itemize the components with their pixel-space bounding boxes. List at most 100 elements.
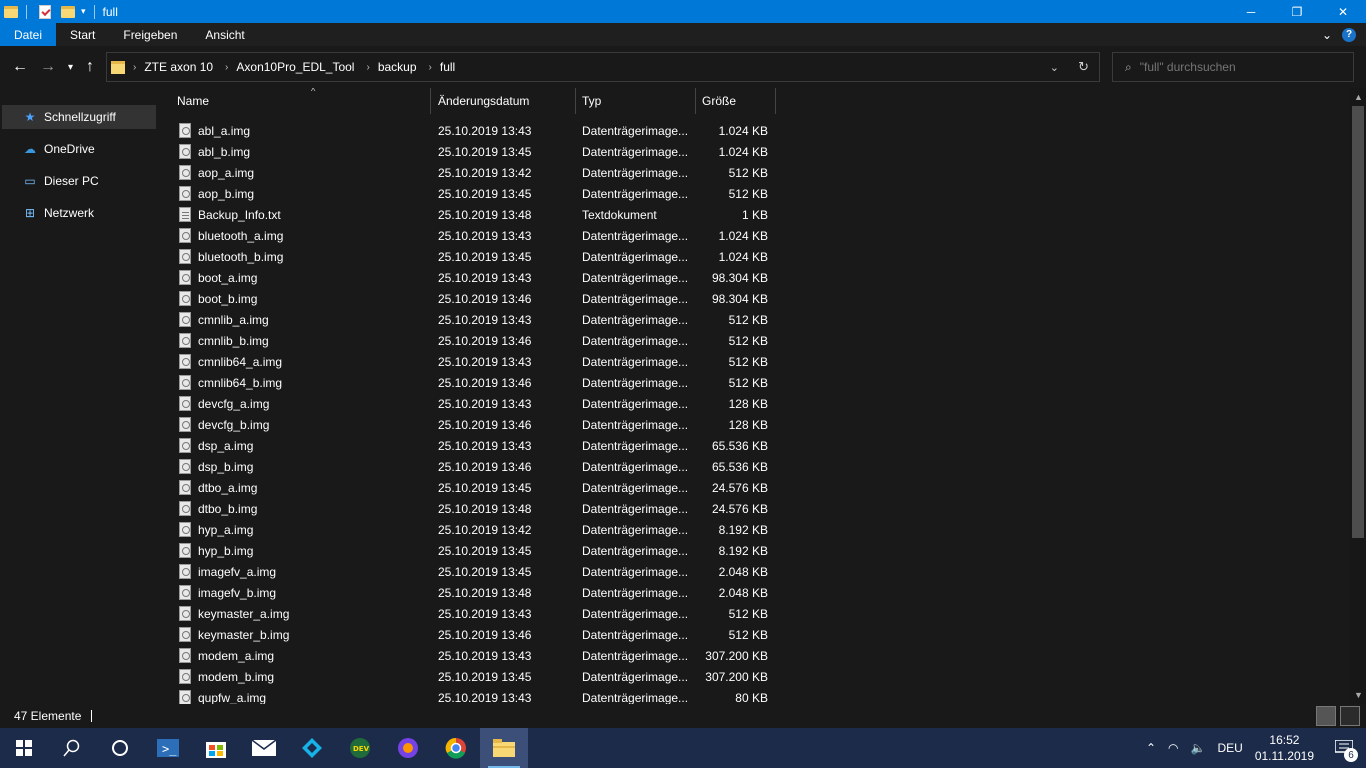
file-size: 128 KB <box>728 417 768 432</box>
search-button[interactable] <box>48 728 96 768</box>
taskbar-powershell[interactable]: >_ <box>144 728 192 768</box>
table-row[interactable]: cmnlib64_a.img 25.10.2019 13:43 Datenträge… <box>158 351 778 372</box>
sidebar-item-this-pc[interactable]: ▭ Dieser PC <box>2 169 156 193</box>
breadcrumb-tool[interactable]: Axon10Pro_EDL_Tool <box>236 60 354 74</box>
chevron-down-icon[interactable]: ⌄ <box>1050 61 1059 74</box>
taskbar-store[interactable] <box>192 728 240 768</box>
file-name: hyp_a.img <box>198 522 254 537</box>
table-row[interactable]: dtbo_a.img 25.10.2019 13:45 Datenträgerima… <box>158 477 778 498</box>
table-row[interactable]: keymaster_b.img 25.10.2019 13:46 Datenträg… <box>158 624 778 645</box>
search-box[interactable]: ⌕ <box>1112 52 1354 82</box>
table-row[interactable]: imagefv_a.img 25.10.2019 13:45 Datenträger… <box>158 561 778 582</box>
table-row[interactable]: boot_a.img 25.10.2019 13:43 Datenträgerima… <box>158 267 778 288</box>
taskbar-firefox-dev[interactable]: DEV <box>336 728 384 768</box>
chevron-right-icon[interactable]: › <box>225 62 228 73</box>
sidebar-item-quick-access[interactable]: ★ Schnellzugriff <box>2 105 156 129</box>
breadcrumb-zte[interactable]: ZTE axon 10 <box>144 60 213 74</box>
ribbon-expand-icon[interactable]: ⌄ <box>1322 28 1332 42</box>
file-date: 25.10.2019 13:45 <box>438 249 532 264</box>
table-row[interactable]: devcfg_a.img 25.10.2019 13:43 Datenträgeri… <box>158 393 778 414</box>
table-row[interactable]: boot_b.img 25.10.2019 13:46 Datenträgerima… <box>158 288 778 309</box>
minimize-button[interactable]: ─ <box>1228 0 1274 23</box>
action-center-button[interactable]: 6 <box>1328 728 1360 768</box>
taskbar-chrome[interactable] <box>432 728 480 768</box>
properties-icon[interactable] <box>39 4 51 19</box>
column-header-date[interactable]: Änderungsdatum <box>432 88 576 114</box>
scroll-down-icon[interactable]: ▼ <box>1354 690 1363 700</box>
vertical-scrollbar[interactable]: ▲ ▼ <box>1350 88 1366 704</box>
scrollbar-thumb[interactable] <box>1352 106 1364 538</box>
file-date: 25.10.2019 13:46 <box>438 459 532 474</box>
table-row[interactable]: Backup_Info.txt 25.10.2019 13:48 Textdokum… <box>158 204 778 225</box>
table-row[interactable]: cmnlib_b.img 25.10.2019 13:46 Datenträgeri… <box>158 330 778 351</box>
table-row[interactable]: abl_a.img 25.10.2019 13:43 Datenträgerimag… <box>158 120 778 141</box>
task-view-button[interactable] <box>96 728 144 768</box>
column-header-size[interactable]: Größe <box>696 88 776 114</box>
start-button[interactable] <box>0 728 48 768</box>
table-row[interactable]: hyp_b.img 25.10.2019 13:45 Datenträgerimag… <box>158 540 778 561</box>
close-button[interactable]: ✕ <box>1320 0 1366 23</box>
refresh-icon[interactable]: ↻ <box>1078 59 1089 75</box>
separator <box>26 4 27 19</box>
chevron-right-icon[interactable]: › <box>133 62 136 73</box>
taskbar-kodi[interactable] <box>288 728 336 768</box>
wifi-icon[interactable]: ◠ <box>1168 741 1178 755</box>
firefox-icon <box>398 738 418 758</box>
table-row[interactable]: dtbo_b.img 25.10.2019 13:48 Datenträgerima… <box>158 498 778 519</box>
forward-arrow-icon[interactable]: → <box>40 58 56 76</box>
table-row[interactable]: aop_b.img 25.10.2019 13:45 Datenträgerimag… <box>158 183 778 204</box>
tab-start[interactable]: Start <box>56 23 109 46</box>
table-row[interactable]: bluetooth_a.img 25.10.2019 13:43 Datenträg… <box>158 225 778 246</box>
chevron-right-icon[interactable]: › <box>366 62 369 73</box>
sidebar-item-onedrive[interactable]: ☁ OneDrive <box>2 137 156 161</box>
chevron-right-icon[interactable]: › <box>429 62 432 73</box>
clock[interactable]: 16:52 01.11.2019 <box>1255 732 1314 764</box>
chevron-down-icon[interactable]: ▾ <box>81 6 86 17</box>
recent-chevron-icon[interactable]: ▾ <box>68 62 73 73</box>
table-row[interactable]: modem_b.img 25.10.2019 13:45 Datenträgerim… <box>158 666 778 687</box>
new-folder-icon[interactable] <box>61 5 75 18</box>
table-row[interactable]: qupfw_a.img 25.10.2019 13:43 Datenträgerim… <box>158 687 778 704</box>
tab-freigeben[interactable]: Freigeben <box>109 23 191 46</box>
table-row[interactable]: imagefv_b.img 25.10.2019 13:48 Datenträger… <box>158 582 778 603</box>
file-date: 25.10.2019 13:43 <box>438 690 532 705</box>
details-view-button[interactable] <box>1316 706 1336 726</box>
table-row[interactable]: hyp_a.img 25.10.2019 13:42 Datenträgerimag… <box>158 519 778 540</box>
sidebar-item-network[interactable]: ⊞ Netzwerk <box>2 201 156 225</box>
large-icons-view-button[interactable] <box>1340 706 1360 726</box>
scroll-up-icon[interactable]: ▲ <box>1354 92 1363 102</box>
up-arrow-icon[interactable]: ↑ <box>86 58 94 76</box>
table-row[interactable]: dsp_a.img 25.10.2019 13:43 Datenträgerimag… <box>158 435 778 456</box>
taskbar-mail[interactable] <box>240 728 288 768</box>
table-row[interactable]: cmnlib64_b.img 25.10.2019 13:46 Datenträge… <box>158 372 778 393</box>
chevron-up-icon[interactable]: ⌃ <box>1146 741 1156 755</box>
breadcrumb-backup[interactable]: backup <box>378 60 417 74</box>
table-row[interactable]: keymaster_a.img 25.10.2019 13:43 Datenträg… <box>158 603 778 624</box>
file-type: Datenträgerimage... <box>582 354 689 369</box>
tab-ansicht[interactable]: Ansicht <box>191 23 258 46</box>
table-row[interactable]: aop_a.img 25.10.2019 13:42 Datenträgerimag… <box>158 162 778 183</box>
table-row[interactable]: modem_a.img 25.10.2019 13:43 Datenträgerim… <box>158 645 778 666</box>
tab-datei[interactable]: Datei <box>0 23 57 46</box>
file-name: boot_a.img <box>198 270 258 285</box>
column-header-type[interactable]: Typ <box>576 88 696 114</box>
taskbar-firefox[interactable] <box>384 728 432 768</box>
volume-icon[interactable]: 🔈 <box>1191 741 1206 755</box>
search-input[interactable] <box>1139 60 1340 74</box>
file-size: 512 KB <box>728 375 768 390</box>
file-size: 307.200 KB <box>705 669 768 684</box>
breadcrumb-full[interactable]: full <box>440 60 455 74</box>
table-row[interactable]: abl_b.img 25.10.2019 13:45 Datenträgerimag… <box>158 141 778 162</box>
taskbar-explorer[interactable] <box>480 728 528 768</box>
maximize-button[interactable]: ❐ <box>1274 0 1320 23</box>
table-row[interactable]: devcfg_b.img 25.10.2019 13:46 Datenträgeri… <box>158 414 778 435</box>
column-header-name[interactable]: ^ Name <box>171 88 431 114</box>
table-row[interactable]: dsp_b.img 25.10.2019 13:46 Datenträgerimag… <box>158 456 778 477</box>
table-row[interactable]: bluetooth_b.img 25.10.2019 13:45 Datenträg… <box>158 246 778 267</box>
table-row[interactable]: cmnlib_a.img 25.10.2019 13:43 Datenträgeri… <box>158 309 778 330</box>
back-arrow-icon[interactable]: ← <box>12 58 28 76</box>
address-bar[interactable]: › ZTE axon 10 › Axon10Pro_EDL_Tool › bac… <box>106 52 1100 82</box>
language-indicator[interactable]: DEU <box>1217 741 1242 755</box>
folder-icon[interactable] <box>4 5 18 18</box>
help-icon[interactable]: ? <box>1342 27 1356 42</box>
